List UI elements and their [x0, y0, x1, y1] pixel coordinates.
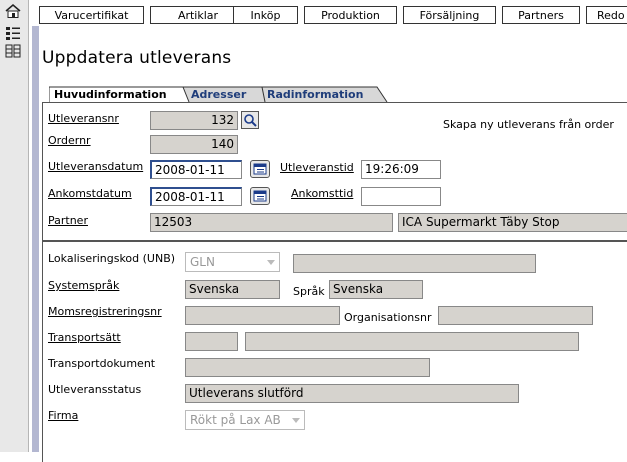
firma-select[interactable]: Rökt på Lax AB	[185, 410, 305, 430]
organisationsnr-field[interactable]	[438, 306, 593, 325]
ankomstdatum-field[interactable]: 2008-01-11	[150, 187, 242, 206]
home-icon[interactable]	[5, 4, 21, 18]
ankomsttid-label: Ankomsttid	[291, 187, 354, 200]
utleveranstid-label: Utleveranstid	[280, 161, 354, 174]
lokaliseringskod-label: Lokaliseringskod (UNB)	[48, 252, 176, 265]
sprak-field[interactable]: Svenska	[329, 280, 423, 299]
lokaliseringskod-extra-field[interactable]	[293, 254, 536, 273]
chevron-down-icon	[267, 260, 275, 265]
ankomstdatum-label: Ankomstdatum	[48, 187, 132, 200]
ankomsttid-field[interactable]	[361, 187, 441, 206]
utleveranstid-field[interactable]: 19:26:09	[361, 160, 441, 179]
search-button[interactable]	[241, 111, 259, 129]
nav-tab-redo[interactable]: Redo	[586, 6, 627, 24]
transportdokument-label: Transportdokument	[48, 357, 156, 370]
top-navigation: Varucertifikat Artiklar Inköp Produktion…	[32, 0, 627, 26]
momsregistreringsnr-field[interactable]	[185, 306, 340, 325]
left-toolbar	[0, 0, 29, 452]
nav-tab-forsaljning[interactable]: Försäljning	[403, 6, 496, 24]
lokaliseringskod-select[interactable]: GLN	[185, 252, 280, 272]
transportdokument-field[interactable]	[185, 358, 430, 377]
detail-panel: Lokaliseringskod (UNB) GLN Systemspråk S…	[42, 241, 627, 462]
calendar-button[interactable]	[250, 160, 270, 178]
list-icon[interactable]	[5, 26, 21, 40]
utleveransdatum-label: Utleveransdatum	[48, 160, 144, 173]
tab-adresser[interactable]: Adresser	[191, 87, 246, 102]
firma-label: Firma	[48, 409, 79, 422]
transportsatt-description-field[interactable]	[245, 332, 579, 351]
sprak-label: Språk	[293, 285, 325, 298]
tab-radinformation[interactable]: Radinformation	[267, 87, 363, 102]
organisationsnr-label: Organisationsnr	[344, 311, 432, 324]
page-title: Uppdatera utleverans	[42, 48, 232, 68]
partner-label: Partner	[48, 214, 88, 227]
calendar-icon	[253, 190, 267, 202]
main-info-panel: Utleveransnr 132 Skapa ny utleverans frå…	[42, 102, 627, 241]
utleveransstatus-field[interactable]: Utleverans slutförd	[185, 384, 519, 403]
systemsprak-field[interactable]: Svenska	[185, 280, 280, 299]
transportsatt-code-field[interactable]	[185, 332, 238, 351]
partner-id-field[interactable]: 12503	[150, 213, 393, 232]
ordernr-label: Ordernr	[48, 134, 91, 147]
systemsprak-label: Systemspråk	[48, 279, 120, 292]
magnifier-icon	[244, 114, 257, 127]
ordernr-field[interactable]: 140	[150, 135, 238, 154]
utleveransnr-field[interactable]: 132	[150, 111, 238, 130]
utleveransstatus-label: Utleveransstatus	[48, 383, 142, 396]
nav-tab-varucertifikat[interactable]: Varucertifikat	[39, 6, 144, 24]
create-from-order-link[interactable]: Skapa ny utleverans från order	[443, 118, 614, 131]
nav-tab-artiklar[interactable]: Artiklar	[150, 6, 246, 24]
utleveransnr-label: Utleveransnr	[48, 112, 119, 125]
utleveransdatum-field[interactable]: 2008-01-11	[150, 160, 242, 179]
tab-huvudinformation[interactable]: Huvudinformation	[54, 87, 167, 102]
lokaliseringskod-value: GLN	[190, 255, 215, 269]
content-area: Uppdatera utleverans Huvudinformation Ad…	[39, 26, 627, 462]
firma-value: Rökt på Lax AB	[190, 413, 281, 427]
calendar-icon	[253, 163, 267, 175]
partner-name-field[interactable]: ICA Supermarkt Täby Stop	[398, 213, 627, 232]
chevron-down-icon	[292, 418, 300, 423]
nav-tab-produktion[interactable]: Produktion	[304, 6, 397, 24]
nav-tab-inkop[interactable]: Inköp	[233, 6, 298, 24]
momsregistreringsnr-label: Momsregistreringsnr	[48, 305, 162, 318]
nav-tab-partners[interactable]: Partners	[502, 6, 580, 24]
grid-list-icon[interactable]	[5, 44, 21, 58]
calendar-button[interactable]	[250, 187, 270, 205]
main-area: Varucertifikat Artiklar Inköp Produktion…	[32, 0, 627, 462]
transportsatt-label: Transportsätt	[48, 331, 121, 344]
